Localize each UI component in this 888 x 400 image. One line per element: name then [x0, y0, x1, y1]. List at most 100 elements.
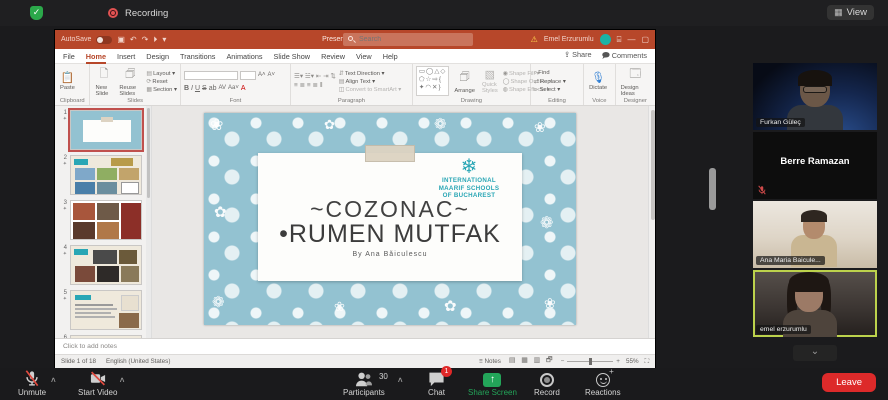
share-button[interactable]: ⇪ Share [564, 50, 592, 63]
ribbon-display-options-icon[interactable]: ⌸ [617, 35, 622, 45]
ppt-search-input[interactable] [343, 33, 473, 46]
slide-sorter-icon[interactable]: ▦ [521, 357, 528, 364]
video-tile-berre[interactable]: Berre Ramazan [753, 132, 877, 199]
thumbnail-scrollbar[interactable] [146, 106, 151, 338]
floral-ornament: ✿ [324, 117, 335, 133]
share-screen-button[interactable]: ↑ Share Screen [468, 370, 517, 397]
tab-design[interactable]: Design [146, 52, 169, 61]
collapse-videos-button[interactable]: ⌄ [793, 345, 837, 361]
warning-icon[interactable]: ⚠ [531, 35, 538, 44]
layout-button[interactable]: ▤Layout ▾ [146, 70, 177, 77]
slide-thumbnail-4[interactable] [70, 245, 142, 285]
font-size-box[interactable] [240, 71, 256, 80]
align-text-button[interactable]: ▤Align Text ▾ [339, 78, 401, 85]
participants-button[interactable]: 30 ˄ Participants [343, 370, 385, 397]
unmute-button[interactable]: ˄ Unmute [18, 370, 46, 397]
meeting-control-bar: ˄ Unmute ˄ Start Video 30 ˄ Participants [0, 368, 888, 400]
grow-font-icon[interactable]: A˄ [258, 72, 266, 78]
video-options-caret[interactable]: ˄ [120, 376, 125, 385]
ppt-title-bar: AutoSave ▣ ↶ ↷ ⏵ ▾ Presentation (1) ANA … [55, 30, 655, 49]
record-button[interactable]: Record [534, 370, 560, 397]
audio-options-caret[interactable]: ˄ [51, 376, 56, 385]
convert-smartart-button[interactable]: ◫Convert to SmartArt ▾ [339, 86, 401, 93]
select-button[interactable]: ▻Select ▾ [534, 86, 566, 93]
slide-scrollbar[interactable] [648, 106, 655, 338]
italic-button[interactable]: I [191, 85, 193, 92]
replace-button[interactable]: ⇄Replace ▾ [534, 78, 566, 85]
video-tile-furkan[interactable]: Furkan Güleç [753, 63, 877, 130]
video-tile-emel-active-speaker[interactable]: emel erzurumlu [753, 270, 877, 337]
underline-button[interactable]: U [195, 85, 200, 92]
chat-button[interactable]: 1 Chat [428, 370, 445, 397]
ppt-user-avatar[interactable] [600, 34, 611, 45]
text-direction-button[interactable]: ⇵Text Direction ▾ [339, 70, 401, 77]
notes-toggle[interactable]: ≡ Notes [479, 358, 501, 365]
save-icon[interactable]: ▣ [117, 35, 125, 44]
character-spacing-icon[interactable]: AV [218, 85, 226, 91]
tab-insert[interactable]: Insert [117, 52, 135, 61]
language-indicator[interactable]: English (United States) [106, 358, 170, 365]
slideshow-icon[interactable]: 🗗 [546, 357, 553, 364]
leave-button[interactable]: Leave [822, 373, 876, 392]
autosave-toggle[interactable] [96, 36, 112, 44]
fit-slide-icon[interactable]: ⛶ [645, 358, 649, 366]
reset-button[interactable]: ⟳Reset [146, 78, 177, 85]
tab-animations[interactable]: Animations [226, 52, 262, 61]
list-and-indent-icons[interactable]: ☰▾ ☱▾ ⇤ ⇥ ⇅ [294, 72, 336, 80]
slide-thumbnail-6[interactable] [70, 335, 142, 338]
alignment-icons[interactable]: ≡ ≣ ≡ ≣ ⫴ [294, 81, 336, 90]
current-slide[interactable]: ❀ ✿ ❁ ❀ ✿ ❁ ❁ ❀ ✿ ❀ ❄ INTERNATIONAL MAAR… [204, 113, 576, 325]
restore-window-icon[interactable]: ▢ [641, 35, 649, 44]
minimize-icon[interactable]: — [627, 35, 635, 44]
reading-view-icon[interactable]: ▥ [534, 357, 541, 364]
quick-styles-button[interactable]: ▧ Quick Styles [480, 66, 500, 96]
section-button[interactable]: ▦Section ▾ [146, 86, 177, 93]
panel-scrollbar[interactable] [709, 168, 716, 210]
shrink-font-icon[interactable]: A˅ [267, 72, 275, 78]
text-shadow-button[interactable]: ab [209, 85, 217, 92]
tab-review[interactable]: Review [321, 52, 345, 61]
start-presentation-icon[interactable]: ⏵ [153, 35, 157, 45]
slide-thumbnail-3[interactable] [70, 200, 142, 240]
find-button[interactable]: ⌕Find [534, 70, 566, 77]
participants-caret[interactable]: ˄ [398, 376, 403, 385]
reuse-slides-button[interactable]: 🗇 Reuse Slides [117, 66, 143, 96]
comments-button[interactable]: 🗩 Comments [602, 50, 647, 63]
view-button[interactable]: ▦View [827, 5, 874, 20]
quick-access-dropdown-icon[interactable]: ▾ [162, 35, 166, 44]
undo-icon[interactable]: ↶ [130, 35, 137, 44]
font-color-icon[interactable]: A [241, 85, 246, 92]
bold-button[interactable]: B [184, 85, 189, 92]
tab-home[interactable]: Home [86, 52, 106, 61]
normal-view-icon[interactable]: ▤ [509, 357, 516, 364]
paste-button[interactable]: 📋 Paste [58, 66, 77, 96]
zoom-slider[interactable]: −+ [561, 358, 620, 365]
tab-help[interactable]: Help [383, 52, 398, 61]
change-case-icon[interactable]: Aa˅ [228, 85, 239, 91]
notes-pane[interactable]: Click to add notes [55, 338, 655, 354]
video-tile-ana[interactable]: Ana Maria Baicule... [753, 201, 877, 268]
design-ideas-button[interactable]: 🗔 Design Ideas [619, 66, 652, 96]
tab-view[interactable]: View [356, 52, 372, 61]
dictate-button[interactable]: 🎙 Dictate [587, 66, 609, 96]
slide-thumbnail-1[interactable] [70, 110, 142, 150]
recording-icon[interactable] [108, 8, 118, 18]
slide-thumbnail-2[interactable] [70, 155, 142, 195]
font-name-box[interactable] [184, 71, 238, 80]
new-slide-button[interactable]: 🗋 New Slide [93, 66, 114, 96]
slide-title-card[interactable]: ❄ INTERNATIONAL MAARIF SCHOOLS OF BUCHAR… [258, 153, 522, 281]
shapes-gallery[interactable]: ▭◯△◇⬠☆⇨{✦◠✕} [416, 66, 449, 96]
tab-file[interactable]: File [63, 52, 75, 61]
redo-icon[interactable]: ↷ [142, 35, 149, 44]
arrange-button[interactable]: 🗇 Arrange [452, 66, 477, 96]
security-shield-icon[interactable]: ✓ [30, 6, 43, 20]
start-video-button[interactable]: ˄ Start Video [78, 370, 117, 397]
strikethrough-button[interactable]: S [202, 85, 207, 92]
slide-thumbnail-5[interactable] [70, 290, 142, 330]
animation-star-icon: ✦ [59, 251, 67, 257]
tab-slide-show[interactable]: Slide Show [274, 52, 311, 61]
reactions-button[interactable]: + Reactions [585, 370, 621, 397]
floral-ornament: ✿ [444, 297, 457, 315]
zoom-percent[interactable]: 55% [626, 358, 639, 365]
tab-transitions[interactable]: Transitions [180, 52, 215, 61]
